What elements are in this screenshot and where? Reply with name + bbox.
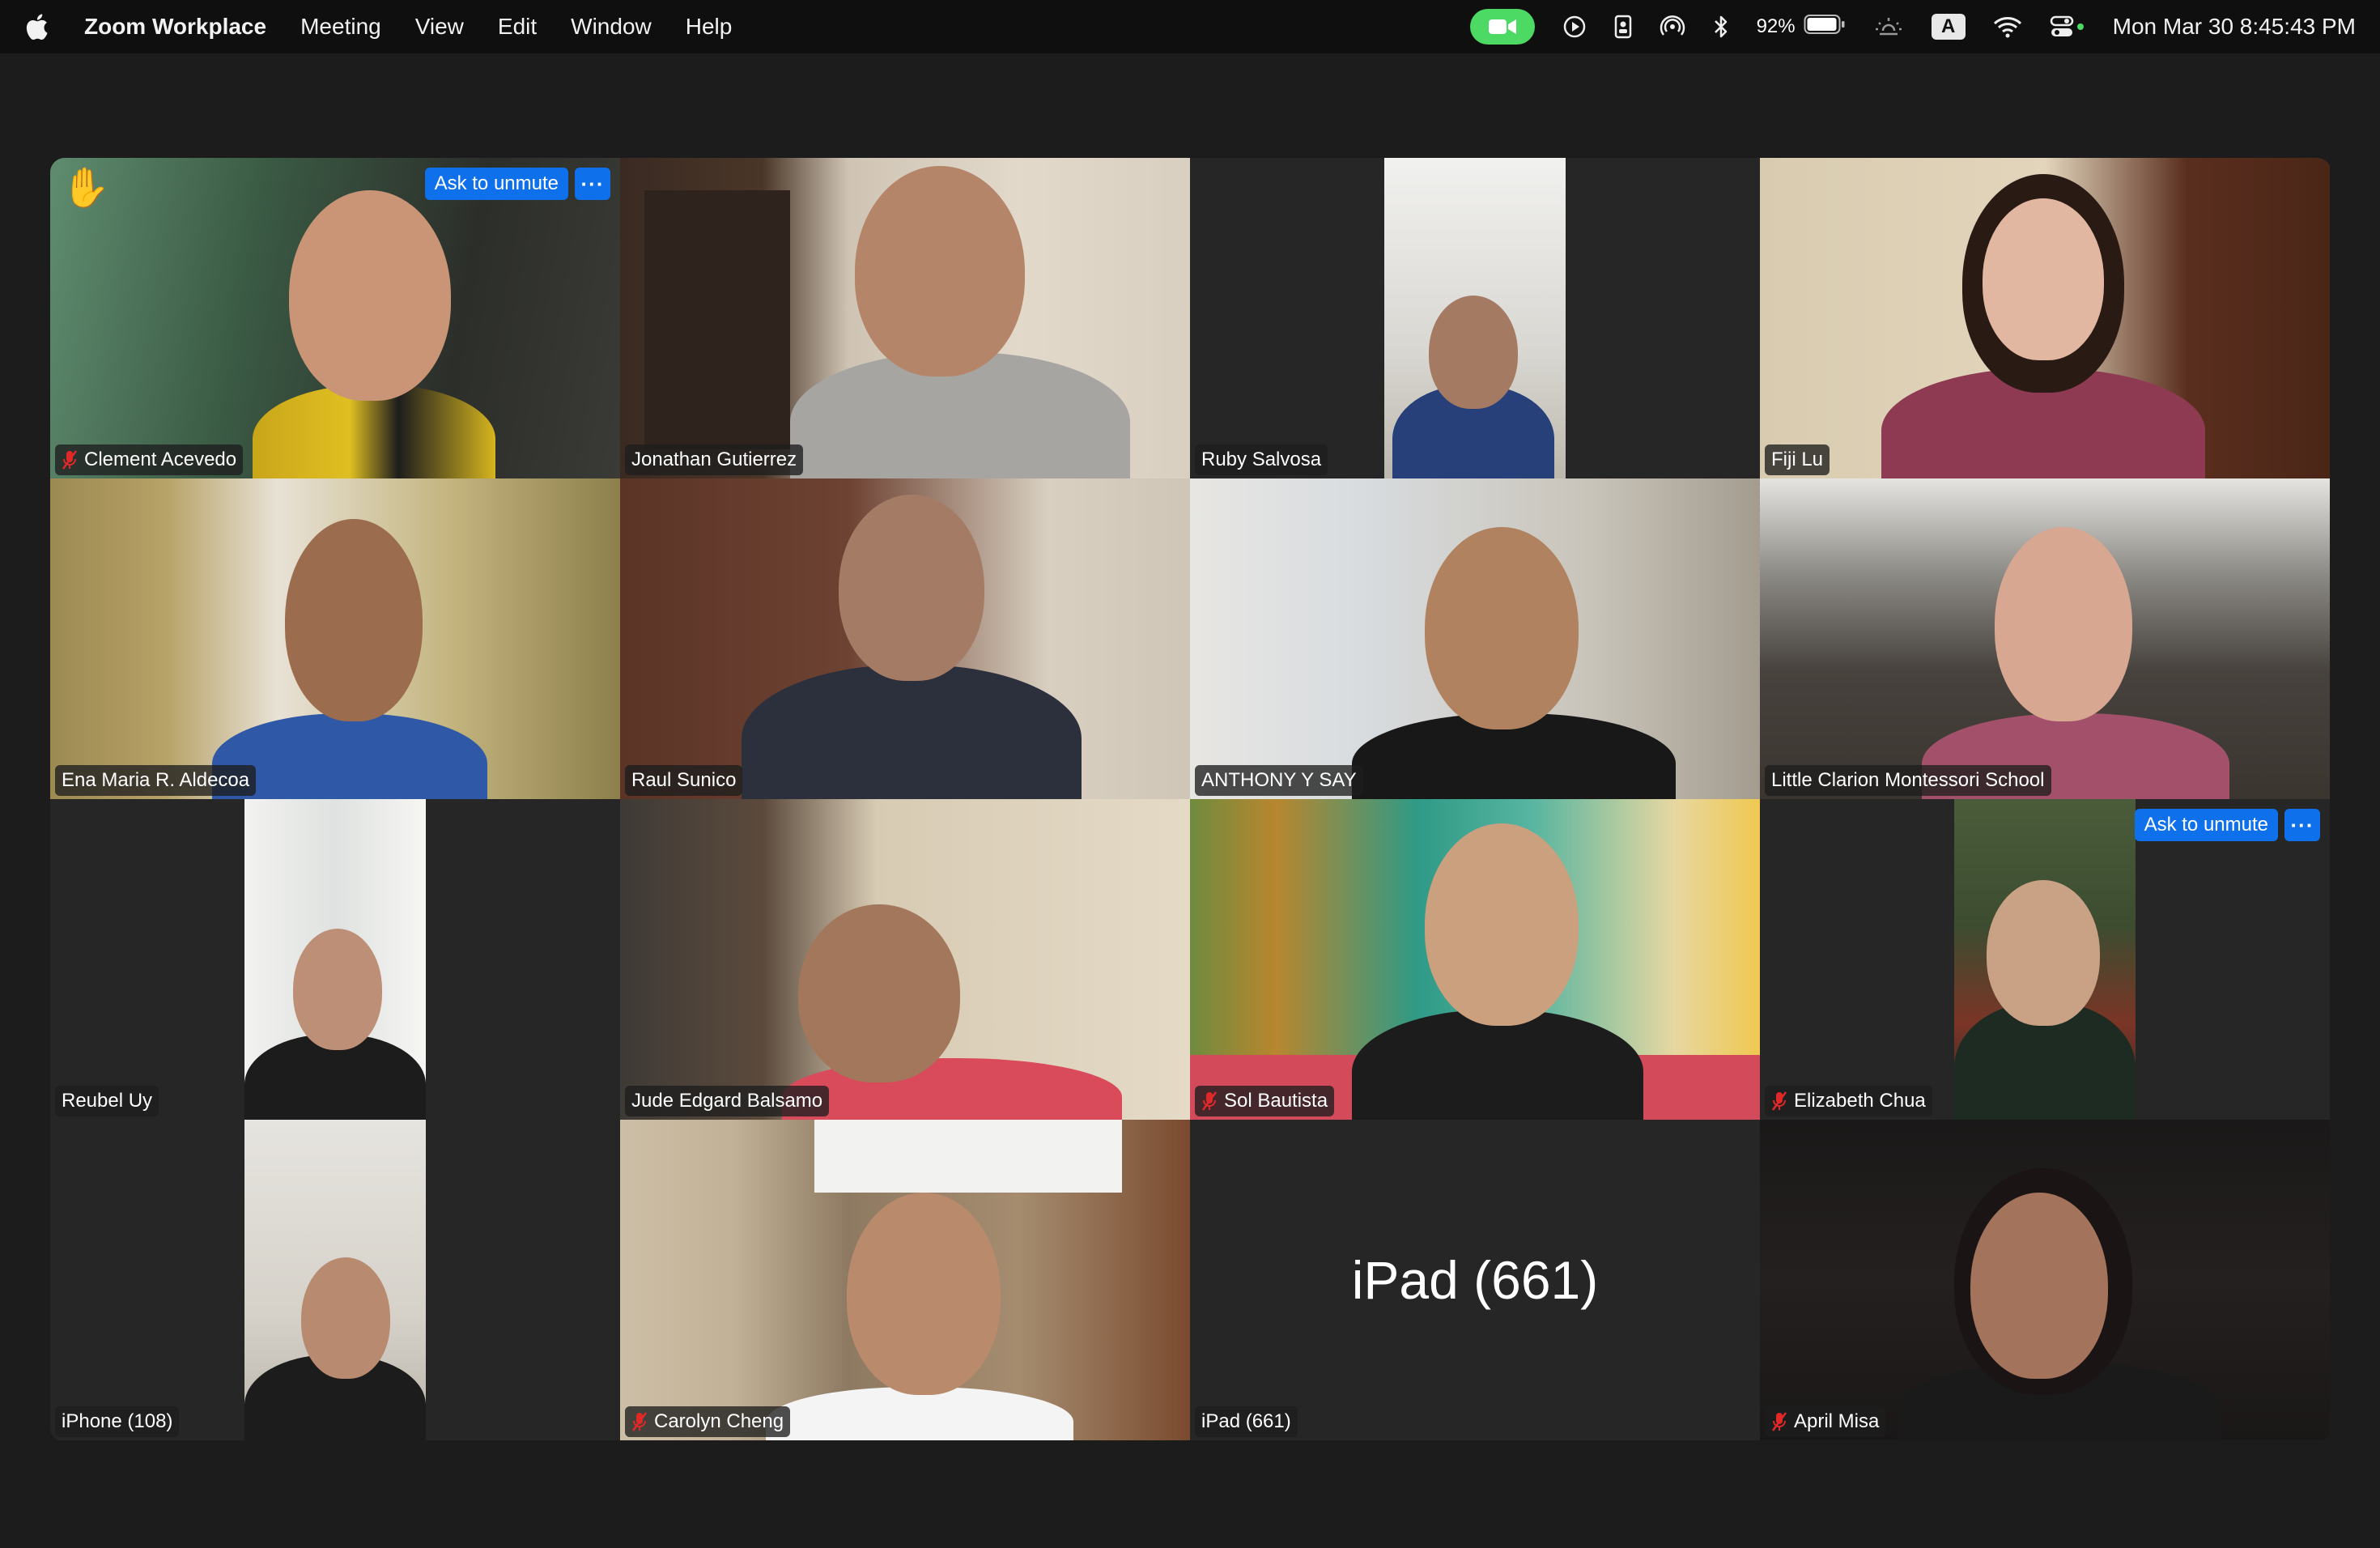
participant-name: Little Clarion Montessori School bbox=[1771, 769, 2045, 791]
participant-video bbox=[244, 799, 426, 1120]
participant-video bbox=[620, 478, 1190, 799]
participant-name: Elizabeth Chua bbox=[1794, 1090, 1926, 1112]
participant-name: Jude Edgard Balsamo bbox=[631, 1090, 823, 1112]
participant-video bbox=[1954, 799, 2136, 1120]
participant-name: iPad (661) bbox=[1201, 1410, 1291, 1432]
participant-name-tag: Jonathan Gutierrez bbox=[625, 444, 804, 475]
participant-tile[interactable]: April Misa bbox=[1760, 1120, 2330, 1440]
battery-status[interactable]: 92% bbox=[1757, 14, 1846, 40]
participant-name-tag: Ena Maria R. Aldecoa bbox=[55, 765, 257, 796]
participant-name-tag: Ruby Salvosa bbox=[1195, 444, 1328, 475]
menubar-clock[interactable]: Mon Mar 30 8:45:43 PM bbox=[2113, 14, 2356, 40]
participant-tile[interactable]: ✋ Ask to unmute ··· Clement Acevedo bbox=[50, 158, 620, 478]
participant-name-tag: ANTHONY Y SAY bbox=[1195, 765, 1363, 796]
menu-help[interactable]: Help bbox=[686, 14, 733, 40]
ask-to-unmute-button[interactable]: Ask to unmute bbox=[424, 168, 568, 200]
participant-video bbox=[1384, 158, 1566, 478]
muted-mic-icon bbox=[62, 449, 79, 470]
participant-name-tag: Reubel Uy bbox=[55, 1086, 159, 1116]
participant-tile[interactable]: Sol Bautista bbox=[1190, 799, 1760, 1120]
more-options-button[interactable]: ··· bbox=[2284, 809, 2320, 841]
menu-meeting[interactable]: Meeting bbox=[300, 14, 381, 40]
participant-tile[interactable]: Carolyn Cheng bbox=[620, 1120, 1190, 1440]
participant-name: Sol Bautista bbox=[1224, 1090, 1328, 1112]
participant-name-tag: Fiji Lu bbox=[1765, 444, 1830, 475]
participant-name: Raul Sunico bbox=[631, 769, 737, 791]
tile-actions: Ask to unmute ··· bbox=[424, 168, 610, 200]
participant-video bbox=[620, 1120, 1190, 1440]
participant-video bbox=[50, 158, 620, 478]
battery-icon bbox=[1804, 14, 1846, 40]
participant-name: Ena Maria R. Aldecoa bbox=[62, 769, 250, 791]
participant-video bbox=[1760, 478, 2330, 799]
participant-name: Ruby Salvosa bbox=[1201, 449, 1322, 470]
participant-name: Jonathan Gutierrez bbox=[631, 449, 797, 470]
participant-tile[interactable]: Ruby Salvosa bbox=[1190, 158, 1760, 478]
zoom-meeting-indicator-icon[interactable] bbox=[1469, 9, 1535, 45]
muted-mic-icon bbox=[1771, 1091, 1789, 1112]
participant-video bbox=[620, 799, 1190, 1120]
participant-name: Carolyn Cheng bbox=[654, 1410, 784, 1432]
participant-tile[interactable]: Fiji Lu bbox=[1760, 158, 2330, 478]
app-menu-zoom-workplace[interactable]: Zoom Workplace bbox=[84, 14, 266, 40]
participant-display-name: iPad (661) bbox=[1351, 1250, 1599, 1310]
participant-tile-video-off[interactable]: iPad (661) iPad (661) bbox=[1190, 1120, 1760, 1440]
participant-tile[interactable]: Little Clarion Montessori School bbox=[1760, 478, 2330, 799]
gallery-view-grid: ✋ Ask to unmute ··· Clement Acevedo Jona… bbox=[50, 158, 2331, 1442]
participant-name-tag: Jude Edgard Balsamo bbox=[625, 1086, 830, 1116]
menu-edit[interactable]: Edit bbox=[498, 14, 537, 40]
airdrop-icon[interactable] bbox=[1660, 11, 1685, 43]
participant-name-tag: Carolyn Cheng bbox=[625, 1406, 791, 1437]
muted-mic-icon bbox=[631, 1411, 649, 1432]
participant-video bbox=[1760, 158, 2330, 478]
play-circle-icon[interactable] bbox=[1562, 11, 1587, 43]
wifi-icon[interactable] bbox=[1993, 11, 2022, 43]
participant-name: Clement Acevedo bbox=[84, 449, 237, 470]
tile-actions: Ask to unmute ··· bbox=[2134, 809, 2320, 841]
participant-tile[interactable]: Raul Sunico bbox=[620, 478, 1190, 799]
participant-name-tag: Elizabeth Chua bbox=[1765, 1086, 1932, 1116]
participant-name-tag: Little Clarion Montessori School bbox=[1765, 765, 2051, 796]
participant-tile[interactable]: ANTHONY Y SAY bbox=[1190, 478, 1760, 799]
participant-video bbox=[244, 1120, 426, 1440]
battery-percent: 92% bbox=[1756, 15, 1796, 37]
participant-video bbox=[1190, 478, 1760, 799]
ask-to-unmute-button[interactable]: Ask to unmute bbox=[2134, 809, 2278, 841]
participant-name: iPhone (108) bbox=[62, 1410, 173, 1432]
participant-name: ANTHONY Y SAY bbox=[1201, 769, 1357, 791]
participant-name-tag: April Misa bbox=[1765, 1406, 1886, 1437]
menu-window[interactable]: Window bbox=[571, 14, 652, 40]
apple-logo-icon[interactable] bbox=[24, 13, 49, 40]
participant-tile[interactable]: Reubel Uy bbox=[50, 799, 620, 1120]
contact-card-icon[interactable] bbox=[1614, 11, 1632, 43]
participant-name-tag: iPhone (108) bbox=[55, 1406, 180, 1437]
bluetooth-icon[interactable] bbox=[1713, 11, 1729, 43]
participant-name-tag: Clement Acevedo bbox=[55, 444, 244, 475]
participant-video bbox=[620, 158, 1190, 478]
menu-view[interactable]: View bbox=[415, 14, 464, 40]
participant-tile[interactable]: iPhone (108) bbox=[50, 1120, 620, 1440]
more-options-button[interactable]: ··· bbox=[575, 168, 610, 200]
control-center-icon[interactable] bbox=[2050, 11, 2085, 43]
participant-tile[interactable]: Ena Maria R. Aldecoa bbox=[50, 478, 620, 799]
participant-name: Reubel Uy bbox=[62, 1090, 153, 1112]
macos-menu-bar: Zoom Workplace Meeting View Edit Window … bbox=[0, 0, 2380, 53]
participant-tile-active-speaker[interactable]: Jonathan Gutierrez bbox=[620, 158, 1190, 478]
participant-name-tag: Sol Bautista bbox=[1195, 1086, 1335, 1116]
participant-video bbox=[50, 478, 620, 799]
brightness-icon[interactable] bbox=[1873, 11, 1904, 43]
input-source-badge[interactable]: A bbox=[1931, 14, 1966, 40]
participant-name-tag: Raul Sunico bbox=[625, 765, 743, 796]
participant-video bbox=[1760, 1120, 2330, 1440]
participant-name-tag: iPad (661) bbox=[1195, 1406, 1298, 1437]
muted-mic-icon bbox=[1771, 1411, 1789, 1432]
raised-hand-icon: ✋ bbox=[62, 167, 110, 210]
participant-video bbox=[1190, 799, 1760, 1120]
participant-name: Fiji Lu bbox=[1771, 449, 1824, 470]
participant-tile[interactable]: Ask to unmute ··· Elizabeth Chua bbox=[1760, 799, 2330, 1120]
participant-tile[interactable]: Jude Edgard Balsamo bbox=[620, 799, 1190, 1120]
participant-name: April Misa bbox=[1794, 1410, 1880, 1432]
muted-mic-icon bbox=[1201, 1091, 1219, 1112]
